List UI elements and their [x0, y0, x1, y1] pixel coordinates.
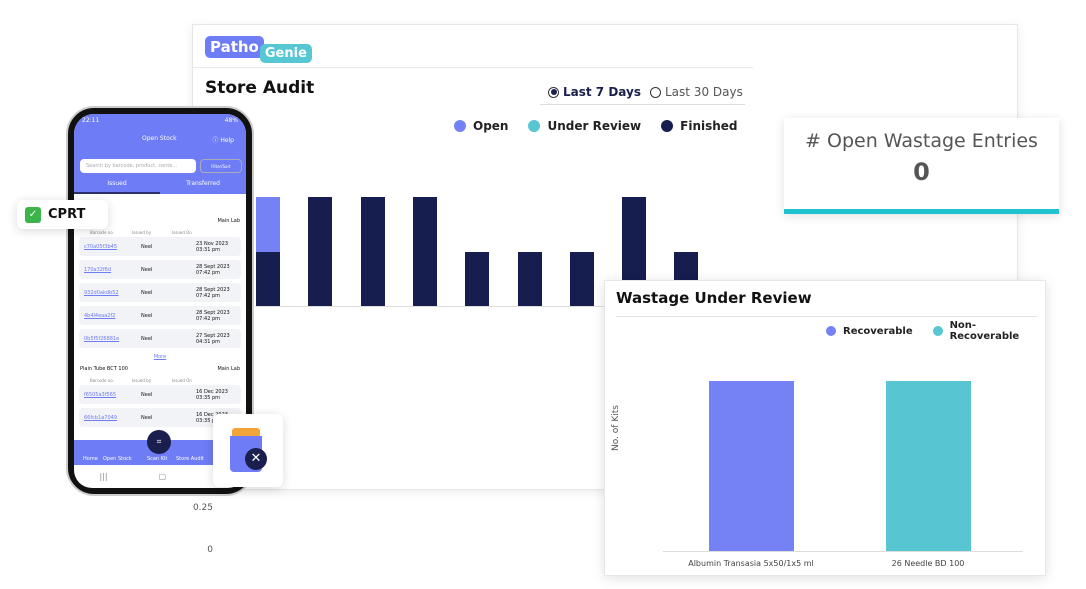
- x-axis: [663, 551, 1023, 552]
- y-tick-label: 0.25: [192, 502, 213, 513]
- bar-recoverable[interactable]: [709, 381, 794, 551]
- radio-icon: [650, 86, 661, 98]
- checkmark-icon: ✓: [25, 206, 41, 223]
- open-wastage-card: # Open Wastage Entries 0: [784, 118, 1059, 214]
- range-last-30-days[interactable]: Last 30 Days: [650, 85, 743, 99]
- more-link[interactable]: More: [74, 352, 246, 362]
- y-axis-label: No. of Kits: [611, 405, 621, 451]
- list-item[interactable]: 4b4l4eaa2f2 Neel 28 Sept 2023 07:42 pm: [79, 306, 241, 325]
- nav-open-stock[interactable]: Open Stock: [103, 456, 132, 462]
- barcode-link[interactable]: 0b5f5f26881e: [84, 336, 126, 342]
- y-tick-label: 0: [207, 545, 213, 555]
- filter-sort-button[interactable]: Filter/Sort: [200, 159, 242, 173]
- wastage-legend: Recoverable Non-Recoverable: [826, 320, 1045, 342]
- group-header: Plain Tube BCT 100 Main Lab: [80, 366, 240, 372]
- bar-finished[interactable]: [465, 251, 490, 306]
- wastage-bin-badge: ✕: [213, 414, 283, 487]
- wastage-review-panel: Wastage Under Review Recoverable Non-Rec…: [193, 280, 1046, 576]
- x-tick-label: Albumin Transasia 5x50/1x5 ml: [688, 559, 814, 568]
- store-audit-title: Store Audit: [205, 78, 315, 98]
- barcode-link[interactable]: 170a32f6d: [84, 267, 126, 273]
- list-item[interactable]: f6505a3f565 Neel 16 Dec 2023 03:35 pm: [79, 385, 241, 404]
- legend-non-recoverable: Non-Recoverable: [932, 320, 1045, 342]
- radio-selected-icon: [548, 86, 559, 98]
- wastage-review-title: Wastage Under Review: [616, 289, 812, 307]
- bar-finished[interactable]: [517, 251, 542, 306]
- store-audit-legend: Open Under Review Finished: [454, 119, 738, 133]
- barcode-link[interactable]: 932d0akdb52: [84, 290, 126, 296]
- column-headers: Barcode no. Issued by Issued On: [90, 230, 192, 235]
- barcode-link[interactable]: c70a05f3b45: [84, 244, 126, 250]
- help-button[interactable]: ⓘ Help: [212, 135, 234, 144]
- screen-title: Open Stock: [142, 135, 177, 142]
- bar-finished[interactable]: [412, 197, 437, 306]
- tab-transferred[interactable]: Transferred: [160, 180, 246, 187]
- range-last-7-days[interactable]: Last 7 Days: [548, 85, 641, 99]
- list-item[interactable]: 0b5f5f26881e Neel 27 Sept 2023 04:31 pm: [79, 329, 241, 348]
- list-item[interactable]: c70a05f3b45 Neel 23 Nov 2023 03:31 pm: [79, 237, 241, 256]
- bar-finished[interactable]: [308, 197, 333, 306]
- bar-finished[interactable]: [569, 251, 594, 306]
- status-time: 22:11: [82, 117, 100, 124]
- barcode-link[interactable]: f6505a3f565: [84, 392, 126, 398]
- app-header: 22:11 48% Open Stock ⓘ Help Search by ba…: [74, 114, 246, 194]
- x-tick-label: 26 Needle BD 100: [891, 559, 965, 568]
- list-item[interactable]: 932d0akdb52 Neel 28 Sept 2023 07:42 pm: [79, 283, 241, 302]
- search-input[interactable]: Search by barcode, product, cente...: [80, 159, 196, 173]
- open-wastage-title: # Open Wastage Entries: [805, 130, 1038, 152]
- nav-store-audit[interactable]: Store Audit: [176, 456, 204, 462]
- divider: [616, 316, 1037, 317]
- divider: [540, 104, 745, 105]
- nav-home[interactable]: Home: [83, 456, 98, 462]
- status-battery: 48%: [224, 117, 238, 124]
- list-item[interactable]: 170a32f6d Neel 28 Sept 2023 07:42 pm: [79, 260, 241, 279]
- close-icon: ✕: [245, 448, 267, 470]
- legend-recoverable: Recoverable: [826, 320, 913, 342]
- legend-open: Open: [454, 119, 508, 133]
- bar-open[interactable]: [256, 197, 280, 252]
- nav-scan-kit[interactable]: Scan Kit: [147, 456, 167, 462]
- open-wastage-count: 0: [913, 158, 930, 186]
- legend-finished: Finished: [661, 119, 738, 133]
- bar-finished[interactable]: [256, 251, 280, 306]
- tab-issued[interactable]: Issued: [74, 180, 160, 194]
- barcode-link[interactable]: 4b4l4eaa2f2: [84, 313, 126, 319]
- legend-under-review: Under Review: [528, 119, 641, 133]
- bar-finished[interactable]: [360, 197, 385, 306]
- home-icon[interactable]: ▢: [159, 472, 167, 481]
- bar-non-recoverable[interactable]: [886, 381, 971, 551]
- recents-icon[interactable]: |||: [100, 472, 108, 481]
- column-headers: Barcode no. Issued by Issued On: [90, 378, 192, 383]
- cprt-badge: ✓ CPRT: [17, 200, 108, 229]
- scan-kit-button[interactable]: ⌗: [147, 430, 171, 454]
- barcode-link[interactable]: 66fcb1a7049: [84, 415, 126, 421]
- pathogenie-logo: Patho Genie: [205, 36, 312, 63]
